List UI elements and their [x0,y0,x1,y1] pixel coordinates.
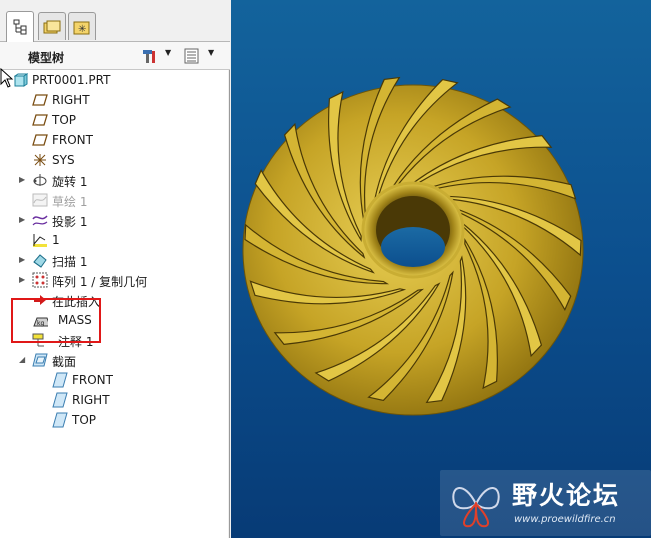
butterfly-logo-icon [452,487,500,528]
forum-watermark: 野火论坛 www.proewildfire.cn [440,470,651,536]
hub-bore-hole [381,227,445,267]
tab-model-tree[interactable] [6,11,34,42]
section-plane-icon [52,372,68,388]
tree-item-label: 注释 1 [58,335,94,349]
tree-item-label: 旋转 1 [52,175,88,189]
sketch-icon [32,192,48,208]
tree-item-sweep[interactable]: ▶ 扫描 1 [0,250,228,270]
watermark-title: 野火论坛 [512,481,621,510]
expand-arrow-icon[interactable]: ▶ [19,175,28,185]
favorites-tab-icon: ✳ [73,21,90,35]
tree-item-label: 阵列 1 / 复制几何 [52,275,148,289]
tree-item-insert-here[interactable]: 在此插入 [0,290,228,310]
datum-plane-icon [32,112,48,128]
tree-item-sections[interactable]: ◢ 截面 [0,350,228,370]
mouse-cursor-icon [0,68,14,88]
tree-item-projection[interactable]: ▶ 投影 1 [0,210,228,230]
tree-item-label: 截面 [52,355,77,369]
impeller-model[interactable] [231,0,651,538]
collapse-arrow-icon[interactable]: ◢ [19,355,28,365]
tree-item-label: 投影 1 [52,215,88,229]
watermark-url: www.proewildfire.cn [514,514,616,525]
model-tree-panel: ✳ 模型树 ▼ ▼ PRT0001.PRT RIGHT TOP FRONT SY… [0,0,230,538]
tree-item-pattern[interactable]: ▶ 阵列 1 / 复制几何 [0,270,228,290]
tree-item-section-right[interactable]: RIGHT [0,390,228,410]
section-plane-icon [52,412,68,428]
graphics-viewport[interactable]: 野火论坛 www.proewildfire.cn [231,0,651,538]
tree-item-label: TOP [52,113,77,127]
insert-arrow-icon [32,292,48,308]
coordinate-system-icon [32,152,48,168]
annotation-icon [32,332,48,348]
revolve-icon [32,172,48,188]
model-tree-header: 模型树 ▼ ▼ [0,42,230,70]
tree-item-revolve[interactable]: ▶ 旋转 1 [0,170,228,190]
mass-analysis-icon: kg [32,312,48,328]
section-folder-icon [32,352,48,368]
tree-item-part[interactable]: PRT0001.PRT [0,70,228,90]
tree-item-label: SYS [52,153,75,167]
trajectory-curve-icon [32,232,48,248]
expand-arrow-icon[interactable]: ▶ [19,275,28,285]
tree-item-sketch[interactable]: 草绘 1 [0,190,228,210]
tree-item-label: PRT0001.PRT [32,73,111,87]
settings-dropdown-arrow-icon[interactable]: ▼ [165,48,171,57]
tree-item-label: MASS [58,313,92,327]
expand-arrow-icon[interactable]: ▶ [19,255,28,265]
projection-curve-icon [32,212,48,228]
folder-browser-tab-icon [43,20,61,33]
svg-text:✳: ✳ [78,24,86,35]
tree-item-datum-right[interactable]: RIGHT [0,90,228,110]
tab-favorites[interactable]: ✳ [68,12,96,40]
tree-item-label: RIGHT [52,93,90,107]
tree-item-label: 扫描 1 [52,255,88,269]
tree-item-trajectory[interactable]: 1 [0,230,228,250]
tab-folder-browser[interactable] [38,12,66,40]
tree-item-label: FRONT [72,373,113,387]
show-list-icon [184,48,199,64]
svg-text:kg: kg [37,320,44,327]
tree-item-label: TOP [72,413,97,427]
tree-item-section-front[interactable]: FRONT [0,370,228,390]
tree-item-label: FRONT [52,133,93,147]
tree-item-label: 1 [52,233,60,247]
model-tree-title: 模型树 [28,51,65,65]
tree-item-label: 在此插入 [52,295,101,309]
tree-item-datum-top[interactable]: TOP [0,110,228,130]
show-dropdown-arrow-icon[interactable]: ▼ [208,48,214,57]
section-plane-icon [52,392,68,408]
tree-settings-button[interactable] [140,47,160,65]
part-icon [13,72,29,88]
model-tree: PRT0001.PRT RIGHT TOP FRONT SYS ▶ 旋转 1 草… [0,70,228,538]
tree-show-button[interactable] [183,47,201,65]
tree-item-label: RIGHT [72,393,110,407]
tree-item-datum-front[interactable]: FRONT [0,130,228,150]
tree-item-mass[interactable]: kg MASS [0,310,228,330]
model-tree-tab-icon [13,19,27,35]
settings-tools-icon [143,50,155,63]
navigator-tab-strip: ✳ [0,0,230,42]
sweep-icon [32,252,48,268]
tree-item-label: 草绘 1 [52,195,88,209]
datum-plane-icon [32,132,48,148]
tree-item-annotation[interactable]: 注释 1 [0,330,228,350]
tree-item-section-top[interactable]: TOP [0,410,228,430]
pattern-icon [32,272,48,288]
datum-plane-icon [32,92,48,108]
tree-item-coord-sys[interactable]: SYS [0,150,228,170]
expand-arrow-icon[interactable]: ▶ [19,215,28,225]
